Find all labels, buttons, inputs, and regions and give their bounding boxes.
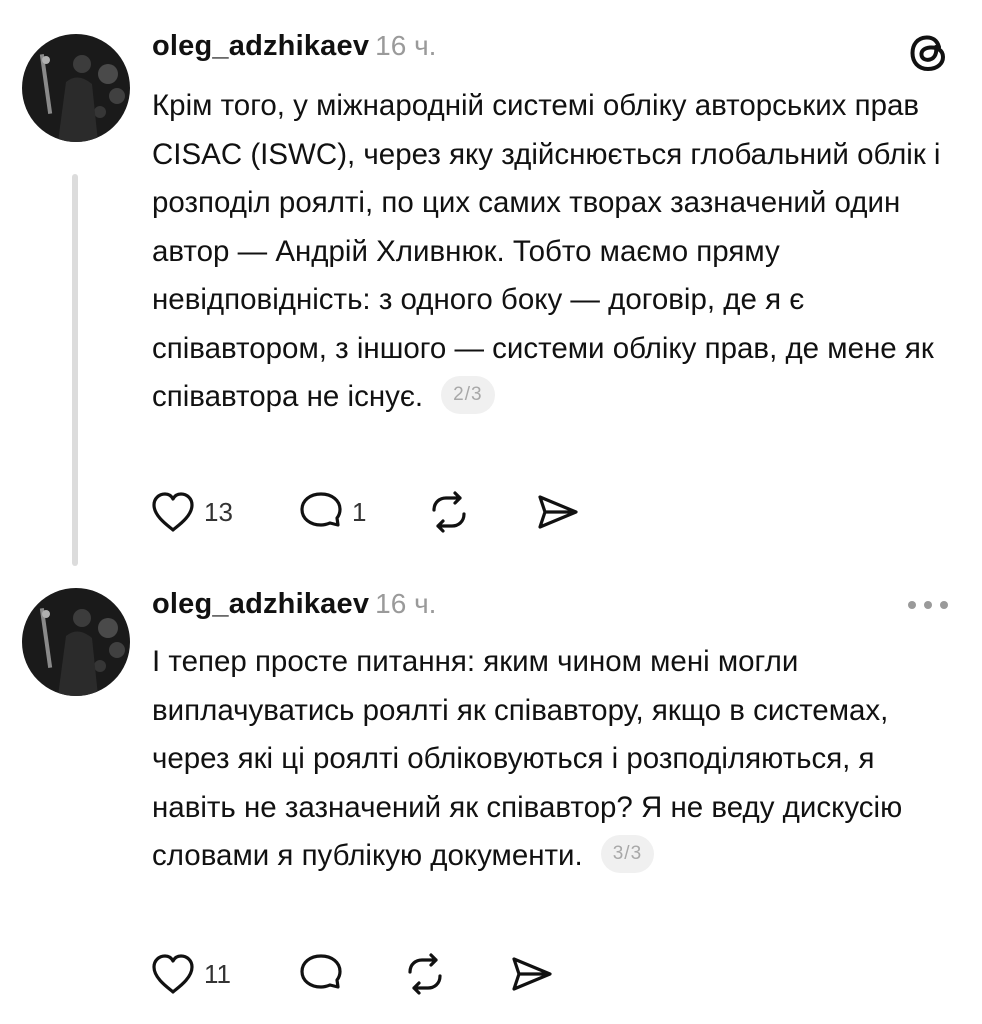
heart-icon [152, 492, 194, 532]
thread-connector-line [72, 174, 78, 566]
thread-page-badge: 3/3 [600, 835, 655, 874]
avatar[interactable] [22, 34, 130, 142]
repost-button[interactable] [402, 950, 448, 998]
like-count: 13 [204, 496, 233, 527]
thread-post-2: oleg_adzhikaev 16 ч. І тепер просте питан… [0, 570, 982, 1024]
post-text: Крім того, у міжнародній системі обліку … [152, 82, 962, 422]
threads-logo-icon[interactable] [906, 30, 952, 76]
like-button[interactable]: 13 [150, 488, 233, 536]
repost-icon [432, 491, 466, 533]
more-options-icon[interactable] [904, 596, 952, 614]
share-button[interactable] [534, 488, 580, 536]
like-button[interactable]: 11 [150, 950, 231, 998]
send-icon [538, 495, 578, 529]
post-actions: 11 [150, 950, 610, 998]
like-count: 11 [204, 958, 231, 989]
post-text: І тепер просте питання: яким чином мені … [152, 638, 962, 881]
reply-button[interactable] [298, 950, 344, 998]
post-text-content: І тепер просте питання: яким чином мені … [152, 645, 903, 872]
avatar-photo-icon [22, 588, 130, 696]
comment-icon [300, 954, 342, 989]
avatar-photo-icon [22, 34, 130, 142]
share-button[interactable] [508, 950, 554, 998]
avatar[interactable] [22, 588, 130, 696]
repost-button[interactable] [426, 488, 472, 536]
comment-icon [300, 492, 342, 527]
reply-button[interactable]: 1 [298, 488, 366, 536]
post-time: 16 ч. [375, 588, 437, 619]
heart-icon [152, 954, 194, 994]
reply-count: 1 [352, 496, 367, 527]
username[interactable]: oleg_adzhikaev [152, 30, 369, 62]
post-text-content: Крім того, у міжнародній системі обліку … [152, 89, 941, 413]
repost-icon [408, 953, 442, 995]
post-header: oleg_adzhikaev 16 ч. [152, 26, 436, 66]
thread-post-1: oleg_adzhikaev 16 ч. Крім того, у міжнаро… [0, 0, 982, 570]
send-icon [512, 957, 552, 991]
username[interactable]: oleg_adzhikaev [152, 588, 369, 620]
thread-page-badge: 2/3 [441, 376, 495, 415]
post-header: oleg_adzhikaev 16 ч. [152, 584, 436, 624]
post-time: 16 ч. [375, 30, 437, 61]
post-actions: 13 1 [150, 488, 610, 536]
